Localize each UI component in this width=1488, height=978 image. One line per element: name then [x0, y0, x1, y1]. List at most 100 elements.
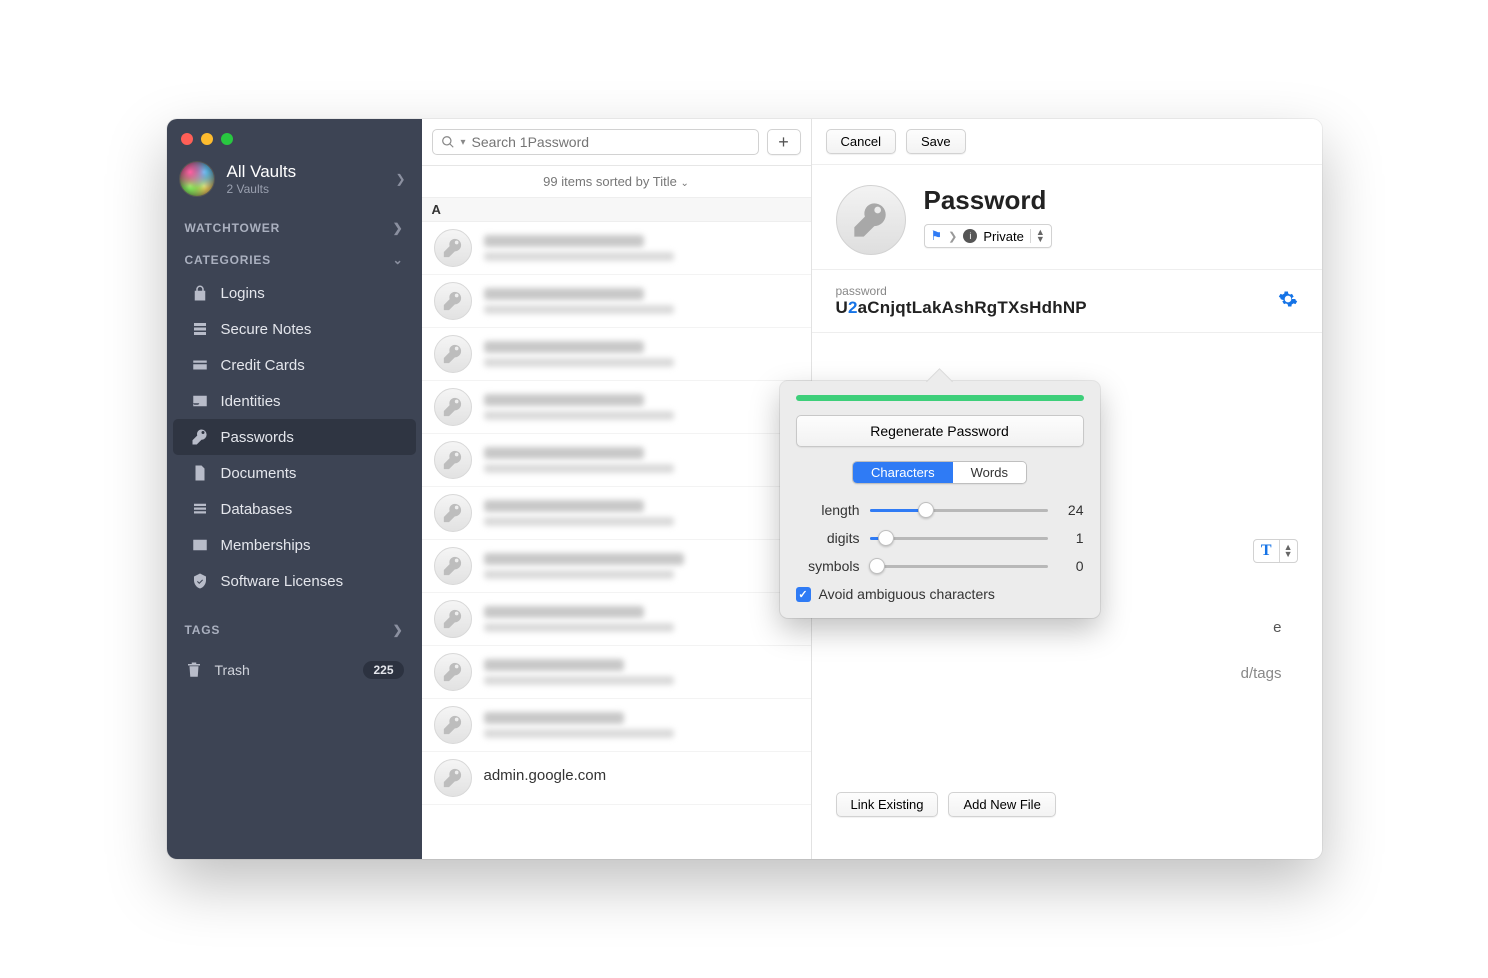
trash-icon: [185, 661, 203, 679]
segment-characters[interactable]: Characters: [853, 462, 953, 483]
chevron-down-icon: ⌄: [393, 253, 404, 267]
list-item[interactable]: admin.google.com: [422, 752, 811, 805]
item-list[interactable]: admin.google.com: [422, 222, 811, 859]
sidebar-item-passwords[interactable]: Passwords: [173, 419, 416, 455]
card-icon: [191, 356, 209, 374]
close-window-icon[interactable]: [181, 133, 193, 145]
notes-trailing-text: e: [1273, 619, 1281, 636]
gear-icon[interactable]: [1278, 289, 1298, 314]
key-icon: [191, 428, 209, 446]
key-icon: [434, 600, 472, 638]
strength-meter: [796, 395, 1084, 401]
item-title[interactable]: Password: [924, 185, 1052, 216]
watchtower-header[interactable]: WATCHTOWER ❯: [167, 211, 422, 243]
key-icon: [434, 441, 472, 479]
key-icon: [434, 653, 472, 691]
list-item[interactable]: [422, 646, 811, 699]
all-vaults-icon: [179, 161, 215, 197]
sidebar-item-memberships[interactable]: Memberships: [173, 527, 416, 563]
sidebar: All Vaults 2 Vaults ❯ WATCHTOWER ❯ CATEG…: [167, 119, 422, 859]
flag-icon: ⚑: [931, 228, 943, 244]
id-icon: [191, 392, 209, 410]
trash-count-badge: 225: [363, 661, 403, 679]
chevron-right-icon: ❯: [948, 230, 957, 243]
vault-title: All Vaults: [227, 162, 297, 182]
stepper-icon[interactable]: ▲▼: [1280, 544, 1297, 558]
list-item[interactable]: [422, 275, 811, 328]
chevron-right-icon: ❯: [393, 623, 404, 637]
tags-placeholder: d/tags: [1241, 665, 1282, 682]
password-field-row[interactable]: password U2aCnjqtLakAshRgTXsHdhNP: [812, 269, 1322, 333]
sidebar-item-credit-cards[interactable]: Credit Cards: [173, 347, 416, 383]
key-icon: [434, 282, 472, 320]
save-button[interactable]: Save: [906, 129, 966, 154]
length-slider-row: length 24: [796, 502, 1084, 518]
sidebar-item-trash[interactable]: Trash 225: [167, 651, 422, 689]
vault-breadcrumb[interactable]: ⚑ ❯ i Private ▲▼: [924, 224, 1052, 248]
digits-value: 1: [1058, 530, 1084, 546]
plus-icon: +: [778, 132, 789, 153]
add-new-file-button[interactable]: Add New File: [948, 792, 1055, 817]
chevron-down-icon: ⌄: [680, 178, 688, 189]
lock-icon: [191, 284, 209, 302]
list-item[interactable]: [422, 222, 811, 275]
digits-slider[interactable]: [870, 530, 1048, 546]
search-input[interactable]: [472, 134, 750, 150]
password-generator-popover: Regenerate Password Characters Words len…: [780, 381, 1100, 618]
sidebar-item-software-licenses[interactable]: Software Licenses: [173, 563, 416, 599]
length-slider[interactable]: [870, 502, 1048, 518]
cancel-button[interactable]: Cancel: [826, 129, 896, 154]
avoid-ambiguous-row[interactable]: ✓ Avoid ambiguous characters: [796, 586, 1084, 602]
list-item[interactable]: [422, 381, 811, 434]
note-icon: [191, 320, 209, 338]
item-type-icon: [836, 185, 906, 255]
key-icon: [434, 335, 472, 373]
key-icon: [434, 547, 472, 585]
list-item-title: admin.google.com: [484, 767, 607, 784]
item-list-column: ▾ + 99 items sorted by Title ⌄ A admin.g…: [422, 119, 812, 859]
sidebar-item-logins[interactable]: Logins: [173, 275, 416, 311]
list-item[interactable]: [422, 699, 811, 752]
search-icon: [441, 135, 455, 149]
sort-dropdown[interactable]: 99 items sorted by Title ⌄: [422, 166, 811, 198]
add-item-button[interactable]: +: [767, 129, 801, 155]
generator-mode-segment[interactable]: Characters Words: [796, 461, 1084, 484]
sidebar-item-documents[interactable]: Documents: [173, 455, 416, 491]
membership-icon: [191, 536, 209, 554]
vault-selector[interactable]: All Vaults 2 Vaults ❯: [167, 151, 422, 211]
symbols-slider-row: symbols 0: [796, 558, 1084, 574]
sidebar-item-databases[interactable]: Databases: [173, 491, 416, 527]
sidebar-item-secure-notes[interactable]: Secure Notes: [173, 311, 416, 347]
segment-words[interactable]: Words: [953, 462, 1026, 483]
list-item[interactable]: [422, 540, 811, 593]
checkbox-checked-icon[interactable]: ✓: [796, 587, 811, 602]
length-value: 24: [1058, 502, 1084, 518]
password-field-label: password: [836, 284, 1087, 298]
tags-header[interactable]: TAGS ❯: [167, 613, 422, 645]
search-dropdown-icon[interactable]: ▾: [461, 137, 466, 148]
key-icon: [434, 494, 472, 532]
text-type-icon: T: [1254, 540, 1280, 562]
database-icon: [191, 500, 209, 518]
sidebar-item-identities[interactable]: Identities: [173, 383, 416, 419]
link-existing-button[interactable]: Link Existing: [836, 792, 939, 817]
list-item[interactable]: [422, 328, 811, 381]
traffic-lights: [167, 119, 422, 151]
key-icon: [434, 388, 472, 426]
list-item[interactable]: [422, 487, 811, 540]
zoom-window-icon[interactable]: [221, 133, 233, 145]
notes-type-selector[interactable]: T ▲▼: [1253, 539, 1298, 563]
list-item[interactable]: [422, 434, 811, 487]
list-item[interactable]: [422, 593, 811, 646]
search-field[interactable]: ▾: [432, 129, 759, 155]
password-value[interactable]: U2aCnjqtLakAshRgTXsHdhNP: [836, 298, 1087, 318]
stepper-icon[interactable]: ▲▼: [1030, 229, 1045, 243]
chevron-right-icon: ❯: [393, 221, 404, 235]
minimize-window-icon[interactable]: [201, 133, 213, 145]
categories-header[interactable]: CATEGORIES ⌄: [167, 243, 422, 275]
symbols-slider[interactable]: [870, 558, 1048, 574]
key-icon: [434, 706, 472, 744]
chevron-right-icon: ❯: [395, 172, 405, 186]
regenerate-password-button[interactable]: Regenerate Password: [796, 415, 1084, 447]
section-letter: A: [422, 198, 811, 222]
